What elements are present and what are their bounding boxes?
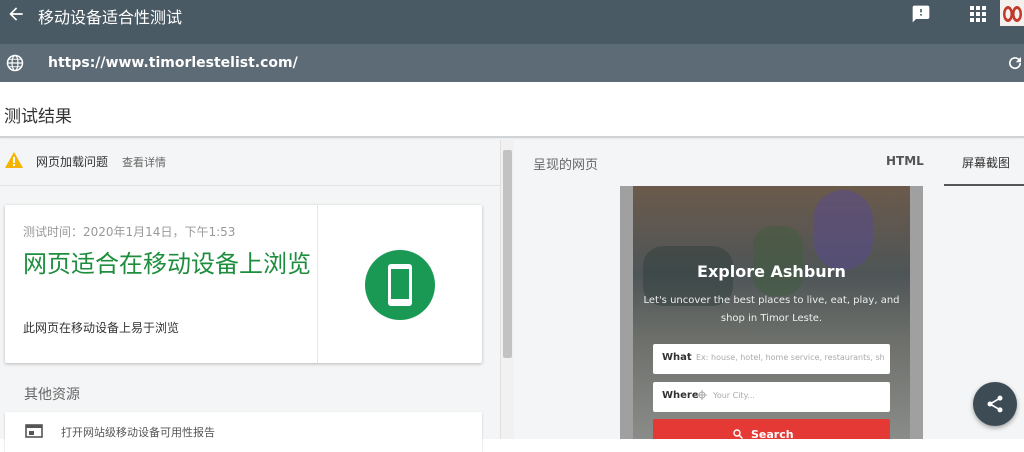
where-placeholder: Your City...	[713, 391, 755, 400]
hero-photo-shape	[753, 226, 803, 296]
tested-url: https://www.timorlestelist.com/	[48, 55, 298, 71]
site-usability-report-label: 打开网站级移动设备可用性报告	[61, 426, 215, 439]
result-card: 测试时间：2020年1月14日，下午1:53 网页适合在移动设备上浏览 此网页在…	[5, 205, 482, 363]
search-icon	[733, 429, 743, 439]
page-loading-issue-row[interactable]: 网页加载问题 查看详情	[0, 140, 500, 186]
app-title: 移动设备适合性测试	[38, 8, 183, 27]
tab-html[interactable]: HTML	[886, 154, 924, 168]
screenshot-screen: Explore Ashburn Let's uncover the best p…	[633, 186, 910, 439]
where-label: Where	[662, 390, 699, 401]
globe-icon	[6, 54, 24, 72]
warning-icon	[5, 152, 23, 168]
back-arrow-icon[interactable]	[6, 4, 26, 24]
smartphone-icon	[388, 264, 412, 306]
search-button-label: Search	[751, 428, 794, 439]
page-loading-issue-label: 网页加载问题	[36, 155, 109, 169]
avatar[interactable]	[1000, 0, 1024, 26]
left-scrollbar-thumb[interactable]	[503, 150, 512, 358]
feedback-icon[interactable]	[911, 4, 931, 24]
view-details-link[interactable]: 查看详情	[122, 154, 166, 170]
left-panel: 网页加载问题 查看详情 测试时间：2020年1月14日，下午1:53 网页适合在…	[0, 140, 500, 452]
other-resources-label: 其他资源	[24, 387, 80, 403]
hero-title: Explore Ashburn	[697, 262, 846, 281]
report-icon	[25, 424, 43, 438]
test-time: 测试时间：2020年1月14日，下午1:53	[23, 225, 236, 239]
search-button: Search	[653, 419, 890, 439]
url-bar: https://www.timorlestelist.com/	[0, 44, 1024, 82]
result-subtext: 此网页在移动设备上易于浏览	[23, 321, 180, 335]
app-bar: 移动设备适合性测试	[0, 0, 1024, 44]
active-tab-indicator	[944, 184, 1024, 186]
what-label: What	[662, 352, 692, 363]
share-button[interactable]	[973, 382, 1017, 426]
what-placeholder: Ex: house, hotel, home service, restaura…	[696, 353, 885, 362]
hero-photo-shape	[813, 190, 873, 270]
result-headline: 网页适合在移动设备上浏览	[23, 250, 311, 278]
results-title: 测试结果	[4, 107, 72, 127]
site-usability-report-link[interactable]: 打开网站级移动设备可用性报告	[5, 412, 482, 452]
rendered-screenshot: Explore Ashburn Let's uncover the best p…	[620, 186, 923, 439]
where-search-field: Where Your City...	[653, 382, 890, 412]
results-header: 测试结果	[0, 82, 1024, 138]
location-target-icon	[697, 390, 707, 400]
share-icon	[987, 395, 1003, 413]
rendered-page-heading: 呈现的网页	[533, 158, 599, 173]
apps-grid-icon[interactable]	[969, 5, 987, 23]
refresh-icon[interactable]	[1006, 54, 1024, 72]
card-divider	[317, 205, 318, 363]
tab-screenshot[interactable]: 屏幕截图	[962, 154, 1010, 171]
what-search-field: What Ex: house, hotel, home service, res…	[653, 344, 890, 374]
hero-lead: Let's uncover the best places to live, e…	[643, 295, 900, 324]
